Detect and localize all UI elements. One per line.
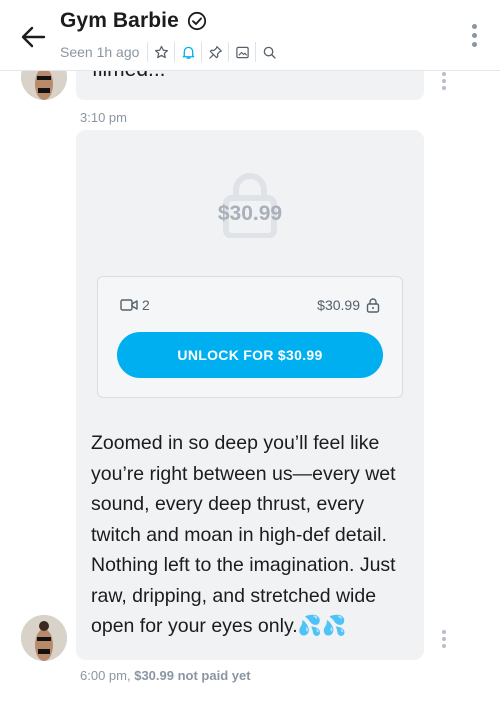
media-count: 2: [120, 297, 150, 313]
avatar-image: [21, 615, 67, 661]
chat-header: Gym Barbie Seen 1h ago: [0, 0, 500, 71]
more-options-button[interactable]: [470, 24, 478, 48]
avatar[interactable]: [21, 615, 67, 661]
bell-icon: [182, 46, 195, 59]
video-icon: [120, 299, 138, 311]
message-options-button[interactable]: [441, 72, 447, 92]
dot: [471, 42, 477, 47]
notifications-button[interactable]: [174, 42, 201, 62]
message-meta: 6:00 pm, $30.99 not paid yet: [80, 668, 251, 683]
star-icon: [154, 45, 168, 58]
message-text: Zoomed in so deep you’ll feel like you’r…: [91, 432, 396, 637]
star-button[interactable]: [147, 42, 174, 62]
small-lock-icon: [366, 298, 380, 313]
media-gallery-button[interactable]: [228, 42, 255, 62]
payment-status: $30.99 not paid yet: [134, 668, 251, 683]
back-arrow-icon[interactable]: [18, 22, 48, 52]
dot: [442, 637, 446, 641]
dot: [442, 79, 446, 83]
unlock-box: 2 $30.99 UNLOCK FOR $30.99: [97, 276, 403, 398]
verified-badge-icon: [187, 11, 206, 31]
locked-media-preview[interactable]: $30.99 2 $30.99 UNLOCK FOR $30.99: [76, 130, 424, 420]
contact-name[interactable]: Gym Barbie: [60, 9, 179, 33]
message-time: 6:00 pm,: [80, 668, 131, 683]
search-icon: [263, 46, 276, 59]
last-seen-status: Seen 1h ago: [60, 44, 140, 60]
media-price: $30.99: [317, 297, 380, 313]
title-row: Gym Barbie: [60, 9, 207, 33]
dot: [471, 24, 477, 29]
ppv-message-card: $30.99 2 $30.99 UNLOCK FOR $30.99 Zoomed…: [76, 130, 424, 660]
image-icon: [236, 46, 249, 58]
media-count-value: 2: [142, 297, 150, 313]
dot: [442, 644, 446, 648]
search-button[interactable]: [255, 42, 282, 62]
header-subrow: Seen 1h ago: [60, 42, 282, 62]
locked-price-label: $30.99: [217, 202, 283, 225]
pin-button[interactable]: [201, 42, 228, 62]
dot: [442, 72, 446, 76]
message-options-button[interactable]: [441, 630, 447, 650]
media-price-value: $30.99: [317, 297, 360, 313]
pin-icon: [209, 45, 222, 59]
dot: [442, 86, 446, 90]
dot: [471, 33, 477, 38]
message-timestamp: 3:10 pm: [80, 110, 127, 125]
dot: [442, 630, 446, 634]
unlock-button[interactable]: UNLOCK FOR $30.99: [117, 332, 383, 378]
